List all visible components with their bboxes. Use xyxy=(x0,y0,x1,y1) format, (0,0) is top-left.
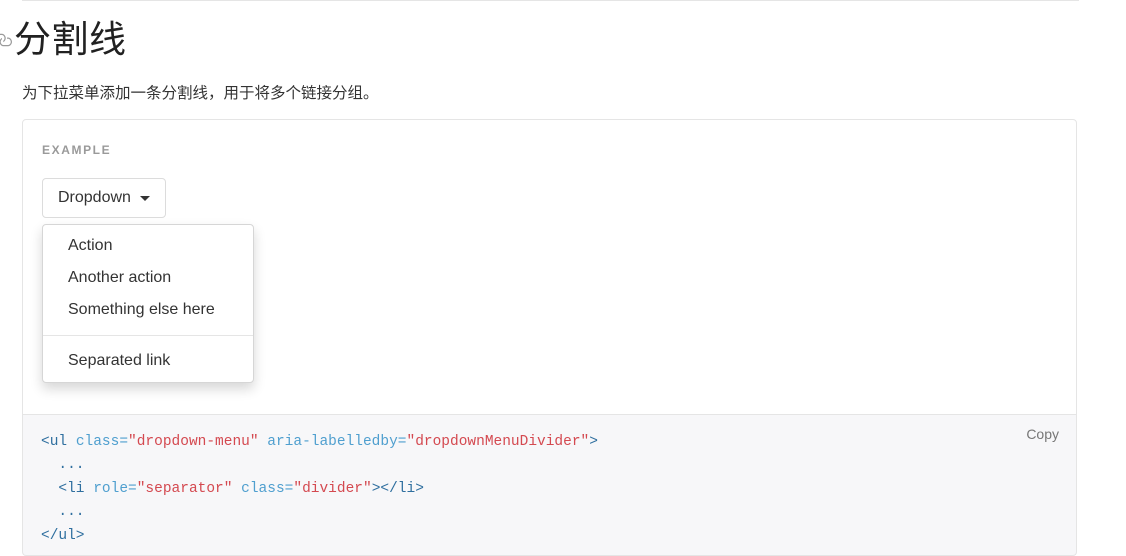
code-token-attr: class= xyxy=(75,434,129,450)
page-title: 分割线 xyxy=(14,19,127,60)
code-token-val: "dropdown-menu" xyxy=(128,434,259,450)
dropdown-toggle-button[interactable]: Dropdown xyxy=(42,178,166,218)
link-anchor-icon[interactable] xyxy=(0,25,12,55)
example-label: EXAMPLE xyxy=(42,143,112,157)
dropdown-divider xyxy=(43,335,253,336)
copy-button[interactable]: Copy xyxy=(1026,426,1059,442)
dropdown-item-label: Another action xyxy=(68,269,172,286)
dropdown-menu-item[interactable]: Something else here xyxy=(43,294,253,326)
dropdown-item-label: Action xyxy=(68,237,113,254)
code-block: Copy <ul class="dropdown-menu" aria-labe… xyxy=(22,415,1077,556)
code-snippet: <ul class="dropdown-menu" aria-labelledb… xyxy=(23,415,1076,548)
code-token-attr: role= xyxy=(93,480,137,497)
caret-down-icon xyxy=(139,195,150,201)
code-token-tag: > xyxy=(589,434,598,450)
example-panel: EXAMPLE Dropdown Action Another action Som… xyxy=(22,119,1077,415)
code-token-val: "divider" xyxy=(293,480,372,497)
dropdown-menu-item[interactable]: Action xyxy=(43,230,253,262)
code-token-val: "separator" xyxy=(136,480,233,497)
code-token-tag: </ul> xyxy=(41,527,85,544)
code-token-tag: ></li> xyxy=(371,480,424,497)
dropdown-menu-item[interactable]: Another action xyxy=(43,262,253,294)
code-token-tag: <li xyxy=(41,480,94,497)
code-token-tag: <ul xyxy=(41,434,76,450)
code-token-attr: class= xyxy=(241,480,294,497)
code-token-val: "dropdownMenuDivider" xyxy=(406,434,590,450)
section-top-rule xyxy=(22,0,1079,1)
page-heading: 分割线 xyxy=(0,18,1100,62)
dropdown-button-label: Dropdown xyxy=(58,189,131,206)
dropdown-item-label: Separated link xyxy=(68,352,171,369)
dropdown-menu-item[interactable]: Separated link xyxy=(43,345,253,377)
code-token-attr: aria-labelledby= xyxy=(267,434,407,450)
code-token-tag: ... xyxy=(41,457,85,474)
dropdown-item-label: Something else here xyxy=(68,301,215,318)
code-token-tag: ... xyxy=(41,504,85,521)
dropdown-menu: Action Another action Something else here S… xyxy=(42,224,254,383)
page-description: 为下拉菜单添加一条分割线，用于将多个链接分组。 xyxy=(22,85,379,102)
